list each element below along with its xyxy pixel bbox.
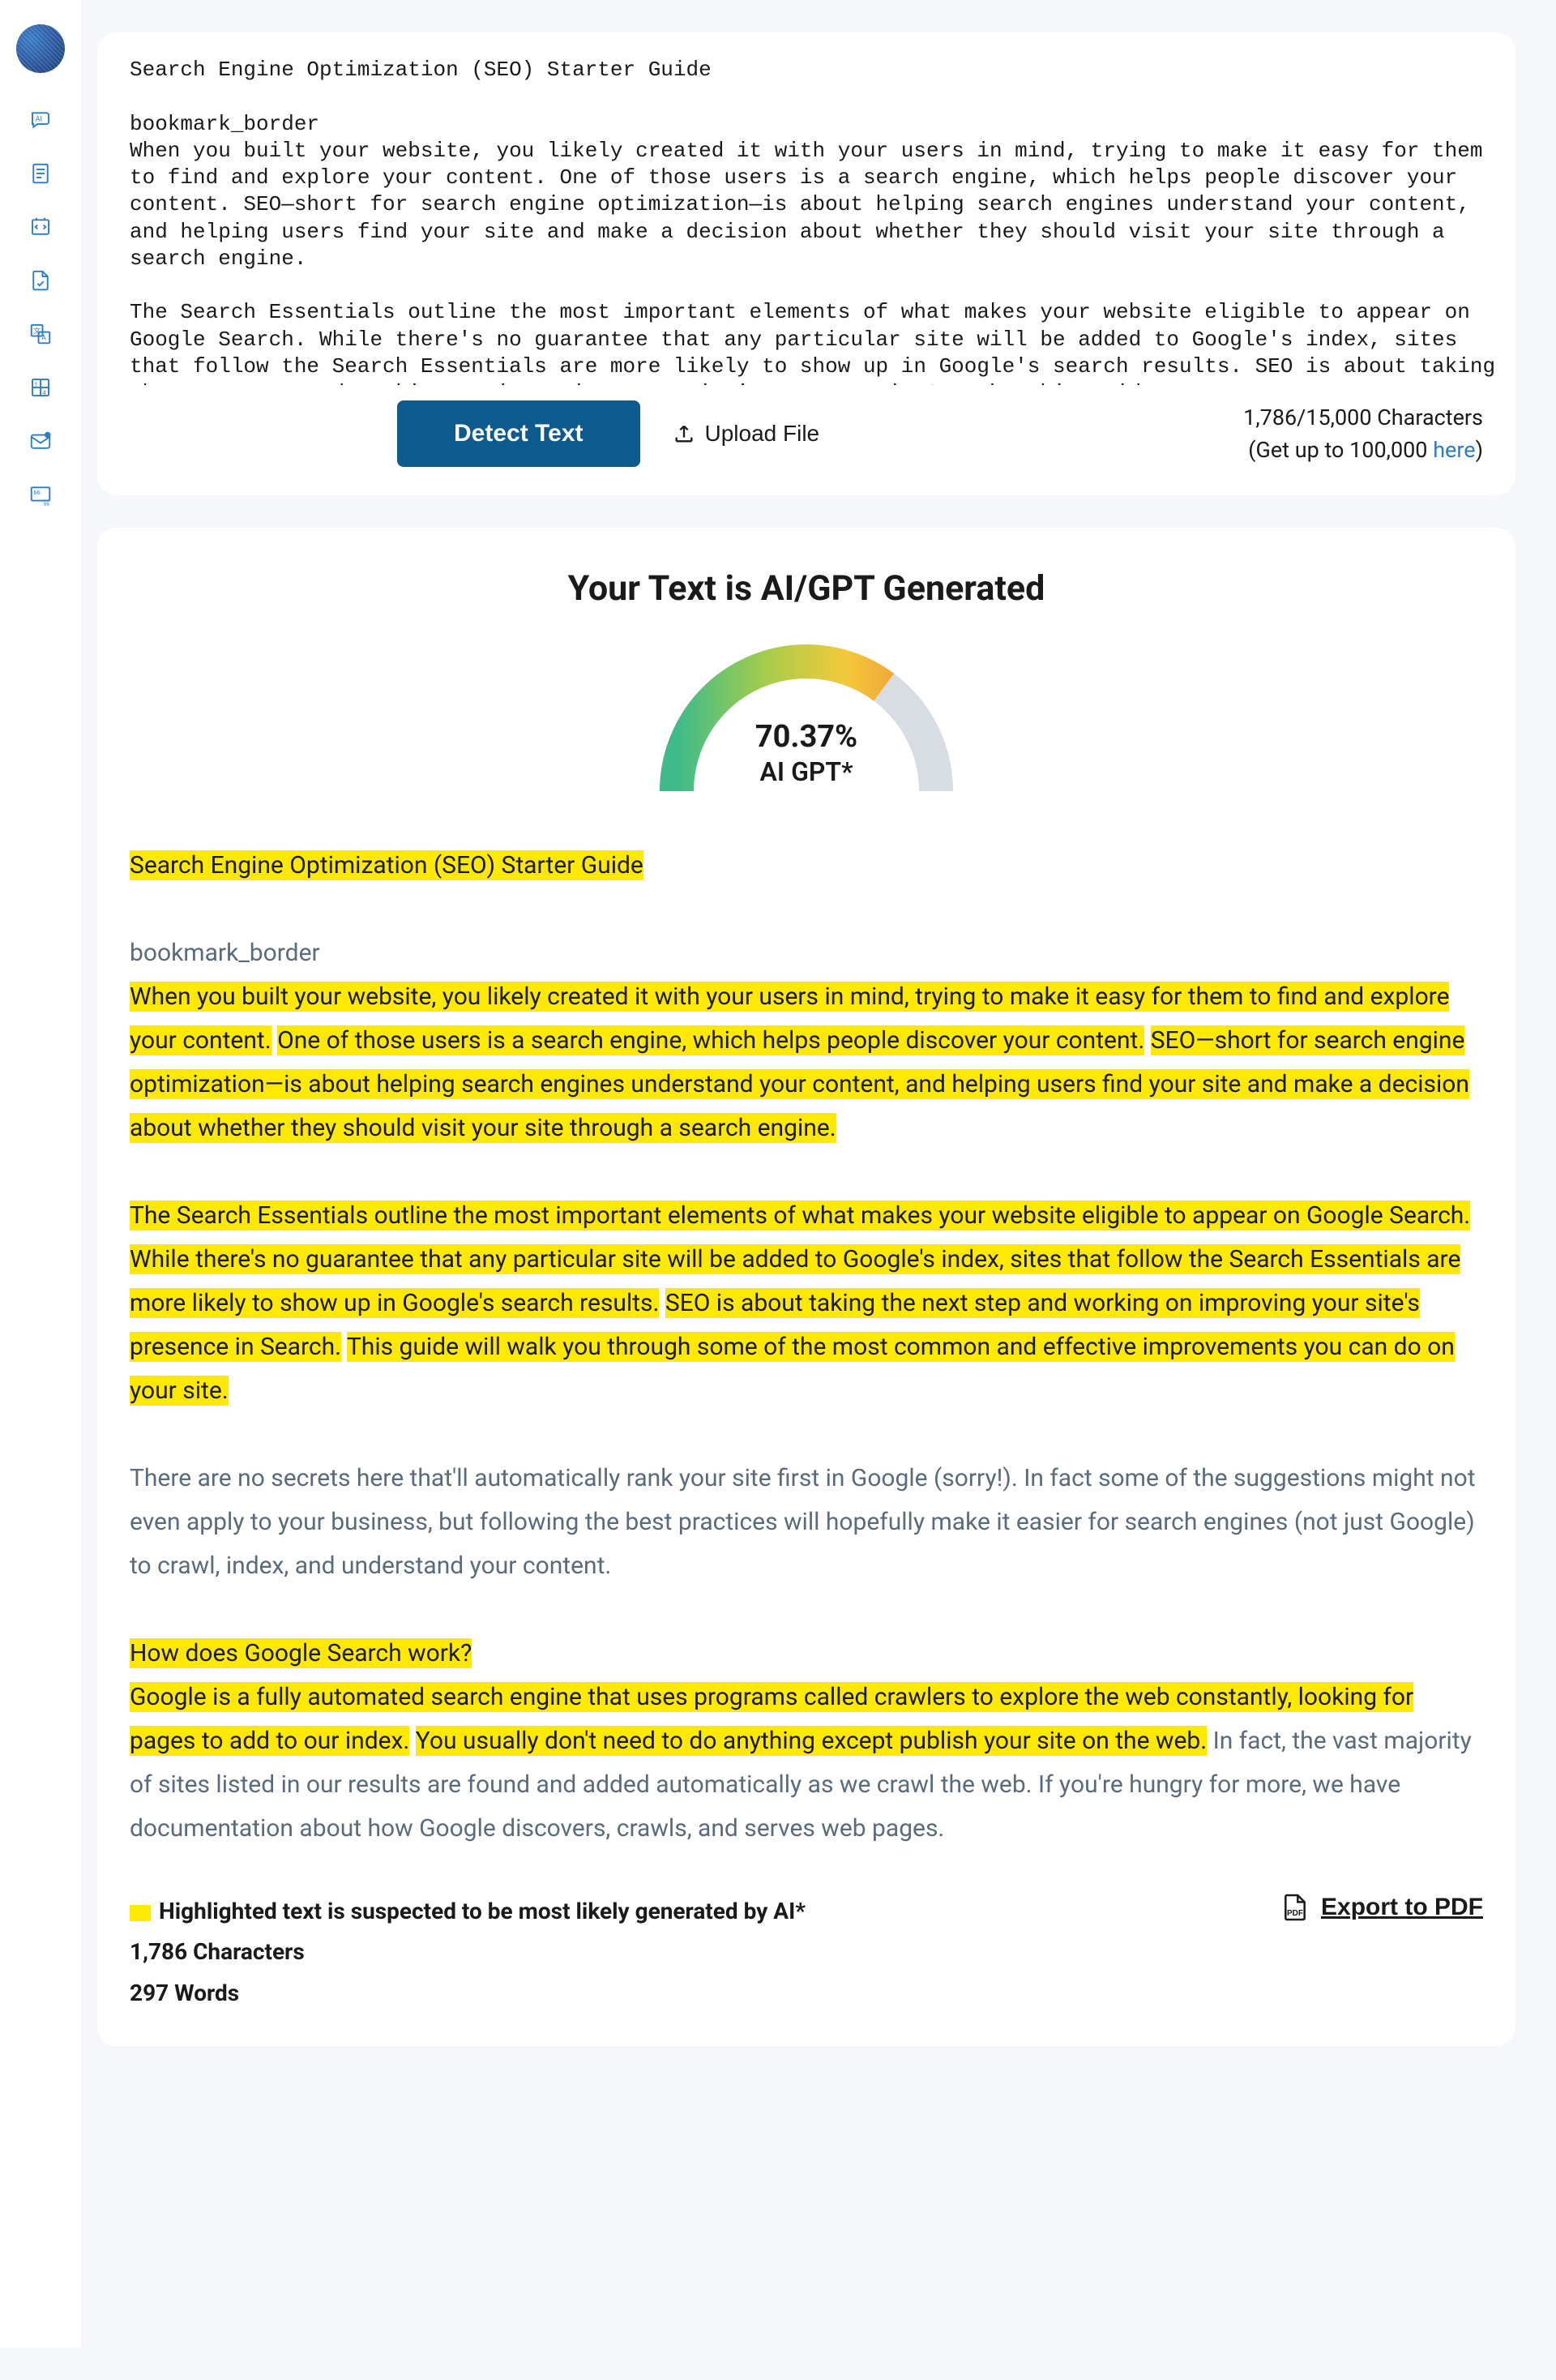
- character-info: 1,786/15,000 Characters (Get up to 100,0…: [1243, 401, 1483, 467]
- highlighted-segment: How does Google Search work?: [130, 1638, 472, 1668]
- export-pdf-label: Export to PDF: [1321, 1894, 1483, 1921]
- stats-chars: 1,786 Characters: [130, 1932, 806, 1972]
- svg-text:A: A: [41, 335, 46, 343]
- ai-gauge: 70.37% AI GPT*: [644, 633, 968, 795]
- quote-card-icon[interactable]: 66 99: [26, 480, 55, 509]
- detect-text-button[interactable]: Detect Text: [397, 400, 640, 467]
- upload-file-button[interactable]: Upload File: [673, 421, 820, 447]
- svg-text:AI: AI: [36, 115, 42, 123]
- highlighted-segment: Search Engine Optimization (SEO) Starter…: [130, 850, 643, 880]
- plain-segment: [659, 1289, 665, 1317]
- svg-text:PDF: PDF: [1287, 1909, 1303, 1918]
- legend-swatch: [130, 1905, 151, 1921]
- upload-icon: [673, 422, 695, 445]
- mail-icon[interactable]: [26, 426, 55, 456]
- svg-text:99: 99: [44, 501, 50, 507]
- plain-segment: There are no secrets here that'll automa…: [130, 1464, 1476, 1580]
- highlighted-segment: You usually don't need to do anything ex…: [416, 1726, 1207, 1756]
- plain-segment: [1144, 1026, 1150, 1055]
- plain-segment: [409, 1727, 415, 1755]
- pdf-icon: PDF: [1279, 1891, 1311, 1924]
- result-footer: Highlighted text is suspected to be most…: [130, 1891, 1483, 2014]
- code-analysis-icon[interactable]: [26, 212, 55, 242]
- upgrade-link[interactable]: here: [1433, 437, 1475, 463]
- highlighted-segment: One of those users is a search engine, w…: [277, 1025, 1144, 1055]
- stats-words: 297 Words: [130, 1973, 806, 2014]
- gauge-sublabel: AI GPT*: [644, 756, 968, 787]
- brand-logo[interactable]: [16, 24, 65, 73]
- plain-segment: [341, 1333, 347, 1361]
- document-lines-icon[interactable]: [26, 159, 55, 188]
- gauge-percent: 70.37%: [644, 719, 968, 755]
- legend-block: Highlighted text is suspected to be most…: [130, 1891, 806, 2014]
- main-content: Detect Text Upload File 1,786/15,000 Cha…: [81, 32, 1556, 2111]
- svg-text:文: 文: [33, 326, 41, 336]
- highlighted-segment: The Search Essentials outline the most i…: [130, 1201, 1470, 1231]
- ai-chat-icon[interactable]: AI: [26, 105, 55, 135]
- plain-segment: [271, 1026, 277, 1055]
- document-check-icon[interactable]: [26, 266, 55, 295]
- char-count: 1,786/15,000 Characters: [1243, 401, 1483, 434]
- number-grid-icon[interactable]: 14: [26, 373, 55, 402]
- input-card: Detect Text Upload File 1,786/15,000 Cha…: [97, 32, 1515, 495]
- legend-text: Highlighted text is suspected to be most…: [159, 1898, 806, 1924]
- result-card: Your Text is AI/GPT Generated 70.37% AI …: [97, 528, 1515, 2046]
- svg-text:66: 66: [33, 489, 40, 496]
- plain-segment: bookmark_border: [130, 939, 320, 967]
- svg-text:1: 1: [35, 381, 38, 388]
- analysis-text: Search Engine Optimization (SEO) Starter…: [130, 844, 1483, 1851]
- translate-icon[interactable]: 文A: [26, 319, 55, 349]
- text-input[interactable]: [130, 57, 1515, 385]
- controls-row: Detect Text Upload File 1,786/15,000 Cha…: [130, 400, 1515, 467]
- sidebar: AI 文A 14 66 99: [0, 0, 81, 2348]
- export-pdf-button[interactable]: PDF Export to PDF: [1279, 1891, 1483, 1924]
- upgrade-line: (Get up to 100,000 here): [1243, 434, 1483, 467]
- result-heading: Your Text is AI/GPT Generated: [130, 568, 1483, 609]
- upload-file-label: Upload File: [705, 421, 820, 447]
